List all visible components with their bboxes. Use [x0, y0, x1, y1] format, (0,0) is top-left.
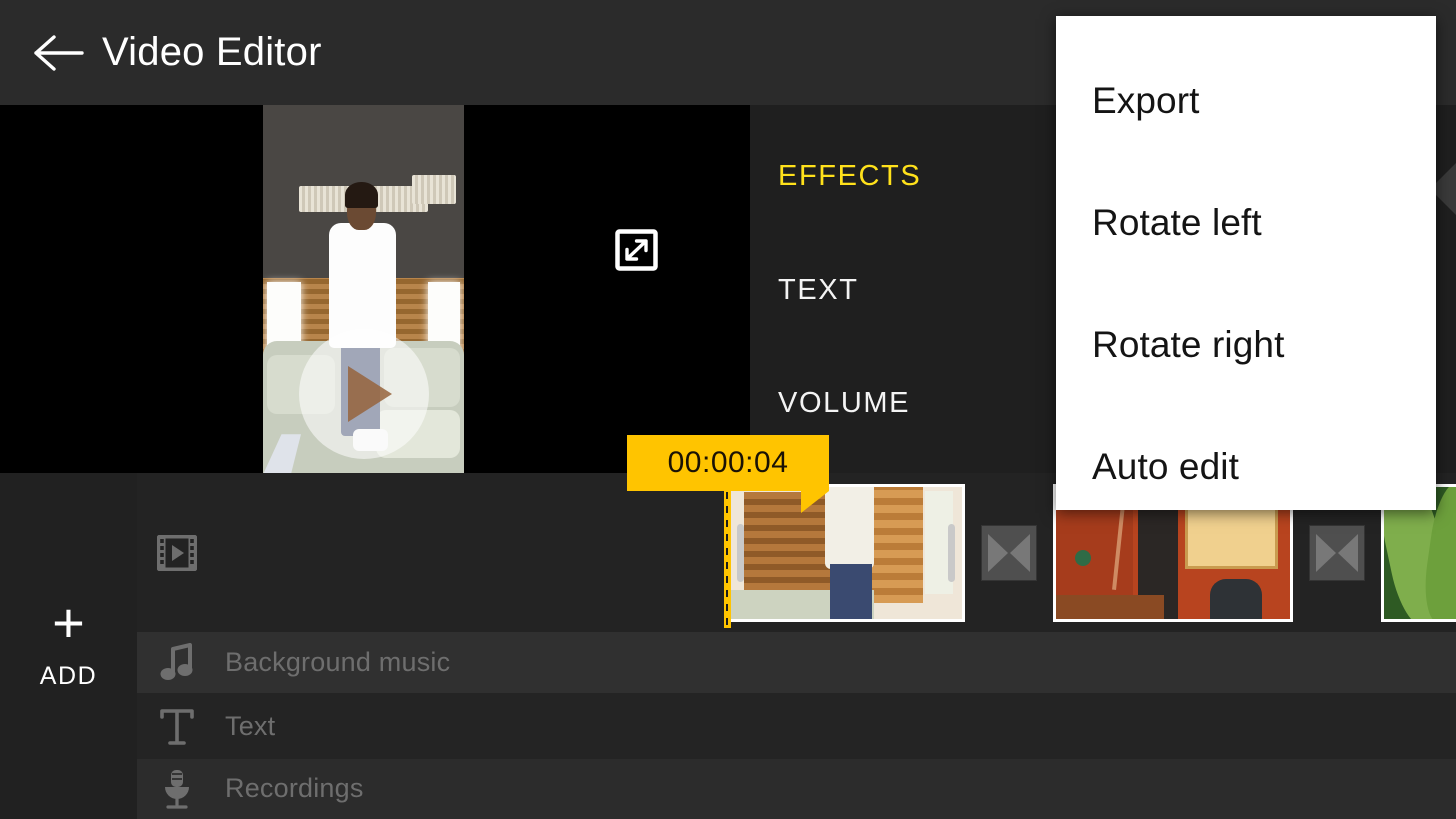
film-strip-icon [155, 531, 199, 575]
microphone-icon [155, 767, 199, 811]
text-t-icon [155, 705, 199, 749]
clip1-trim-handle-left[interactable] [737, 524, 744, 582]
music-note-icon [155, 641, 199, 685]
side-panel-label-text: TEXT [778, 273, 859, 306]
timeline-track-text[interactable]: Text [137, 693, 1456, 759]
timeline-track-recordings[interactable]: Recordings [137, 759, 1456, 819]
clip1-person-torso [825, 487, 874, 569]
menu-item-rotate-right[interactable]: Rotate right [1056, 284, 1436, 406]
preview-wall-decor-2 [411, 174, 456, 205]
playhead-time-label: 00:00:04 [667, 446, 789, 479]
add-button-label: ADD [39, 661, 98, 690]
timeline-playhead[interactable] [724, 478, 731, 628]
expand-icon[interactable] [615, 229, 658, 271]
overflow-menu: Export Rotate left Rotate right Auto edi… [1056, 16, 1436, 510]
clip2-floor [1056, 595, 1164, 619]
plus-icon: + [52, 590, 85, 654]
clip2-chair [1210, 579, 1262, 619]
menu-item-auto-edit[interactable]: Auto edit [1056, 406, 1436, 528]
video-preview-stage[interactable]: 00:00:00 / 00:00:36 [0, 105, 750, 473]
clip1-person-legs [829, 563, 872, 619]
play-icon[interactable] [299, 329, 429, 459]
play-triangle [348, 366, 392, 422]
timeline-track-label-music: Background music [225, 647, 451, 677]
back-arrow-icon[interactable] [28, 23, 88, 83]
add-media-button[interactable]: + ADD [0, 473, 137, 819]
timeline-track-label-text: Text [225, 711, 276, 741]
playhead-time-tooltip: 00:00:04 [627, 435, 829, 513]
menu-item-export[interactable]: Export [1056, 40, 1436, 162]
clip1-trim-handle-right[interactable] [948, 524, 955, 582]
preview-person-hair [345, 182, 378, 209]
timeline-track-music[interactable]: Background music [137, 632, 1456, 693]
page-title: Video Editor [102, 30, 322, 74]
side-panel-label-volume: VOLUME [778, 386, 911, 419]
clip2-doorknob [1074, 550, 1091, 567]
video-editor-app: Video Editor UNDO REDO [0, 0, 1456, 819]
side-panel-label-effects: EFFECTS [778, 159, 922, 192]
timeline-track-label-recordings: Recordings [225, 773, 364, 803]
menu-item-rotate-left[interactable]: Rotate left [1056, 162, 1436, 284]
transition-icon-2[interactable] [1309, 525, 1365, 581]
timeline-clip-1[interactable] [727, 484, 965, 622]
transition-icon[interactable] [981, 525, 1037, 581]
